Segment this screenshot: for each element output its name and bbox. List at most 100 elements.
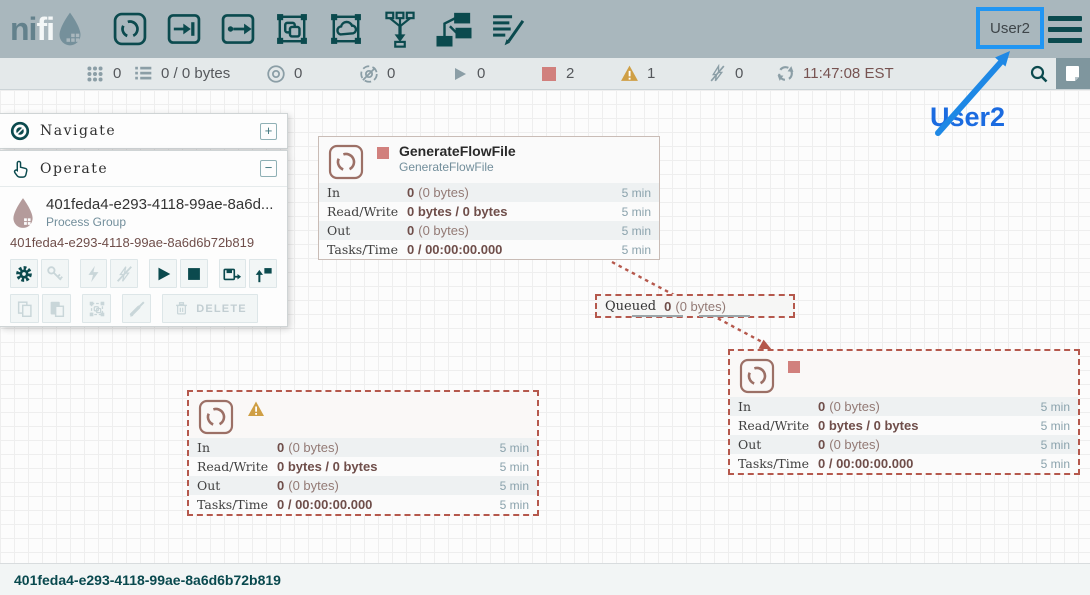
queued-list-icon [133,64,153,84]
queued-text: Queued [605,299,656,314]
component-toolbar [110,9,528,49]
disabled-bolt-icon [708,64,727,83]
threads-grid-icon [85,64,105,84]
operate-toolbar-row-1 [0,256,287,291]
remote-process-group-icon[interactable] [326,9,366,49]
global-menu-icon[interactable] [1048,16,1082,43]
stat-value: 0 [407,223,414,238]
processor-type: GenerateFlowFile [399,160,516,174]
stop-button[interactable] [180,259,208,288]
stat-label: Out [738,437,818,452]
bulletin-board-button[interactable] [1056,58,1090,89]
stopped-status: 2 [540,58,574,89]
stat-window: 5 min [1041,457,1070,471]
stat-row-in: In 0 (0 bytes) 5 min [319,183,659,202]
processor-header [189,392,537,438]
start-button[interactable] [149,259,177,288]
access-policies-button[interactable] [41,259,69,288]
stat-window: 5 min [500,479,529,493]
template-icon[interactable] [434,9,474,49]
processor-invalid[interactable]: In 0 (0 bytes) 5 min Read/Write 0 bytes … [187,390,539,516]
stat-value: 0 / 00:00:00.000 [818,456,913,471]
stat-row-readwrite: Read/Write 0 bytes / 0 bytes 5 min [730,416,1078,435]
annotation-user2-text: User2 [930,102,1005,133]
stat-row-tasks: Tasks/Time 0 / 00:00:00.000 5 min [730,454,1078,473]
navigate-header: Navigate + [0,114,287,148]
stopped-state-icon [788,361,800,373]
brush-icon [127,299,147,319]
status-bar: 0 0 / 0 bytes 0 0 0 [0,58,1090,90]
stopped-square-icon [540,65,558,83]
paste-button[interactable] [42,294,71,323]
stat-label: Tasks/Time [197,497,277,512]
active-threads-status: 0 [85,58,121,89]
output-port-icon[interactable] [218,9,258,49]
disable-button[interactable] [110,259,138,288]
footer-breadcrumb-bar: 401feda4-e293-4118-99ae-8a6d6b72b819 [0,563,1090,595]
search-button[interactable] [1022,58,1056,89]
breadcrumb[interactable]: 401feda4-e293-4118-99ae-8a6d6b72b819 [14,572,281,588]
stat-row-readwrite: Read/Write 0 bytes / 0 bytes 5 min [189,457,537,476]
transmitting-status: 0 [266,58,302,89]
save-template-button[interactable] [219,259,247,288]
nifi-app: nifi [0,0,1090,595]
stat-window: 5 min [500,441,529,455]
key-icon [45,264,65,284]
upload-template-button[interactable] [249,259,277,288]
stop-square-icon [184,264,204,284]
group-button[interactable] [82,294,111,323]
nifi-logo: nifi [10,8,84,50]
upload-template-icon [253,264,273,284]
processor-generateflowfile[interactable]: GenerateFlowFile GenerateFlowFile In 0 (… [318,136,660,260]
funnel-icon[interactable] [380,9,420,49]
stat-value-detail: (0 bytes) [418,223,469,238]
copy-button[interactable] [10,294,39,323]
refresh-icon[interactable] [776,64,795,83]
stat-value: 0 bytes / 0 bytes [818,418,918,433]
copy-icon [15,299,35,319]
stat-row-out: Out 0 (0 bytes) 5 min [319,221,659,240]
fill-color-button[interactable] [122,294,151,323]
note-icon [1064,64,1082,84]
selection-name: 401feda4-e293-4118-99ae-8a6d... [46,196,273,213]
stat-row-tasks: Tasks/Time 0 / 00:00:00.000 5 min [189,495,537,514]
configuration-button[interactable] [10,259,38,288]
not-transmitting-count: 0 [387,65,395,82]
operate-panel: Operate − 401feda4-e293-4118-99ae-8a6d..… [0,150,288,327]
stat-value-detail: (0 bytes) [418,185,469,200]
stat-value: 0 [277,478,284,493]
processor-unnamed[interactable]: In 0 (0 bytes) 5 min Read/Write 0 bytes … [728,349,1080,475]
connection-queued-label[interactable]: Queued 0 (0 bytes) [595,294,795,318]
operate-collapse-button[interactable]: − [260,160,277,177]
logo-text-fi: fi [36,11,54,48]
transmitting-count: 0 [294,65,302,82]
stat-window: 5 min [622,186,651,200]
paste-icon [47,299,67,319]
stat-value-detail: (0 bytes) [829,399,880,414]
last-refresh-time: 11:47:08 EST [803,65,894,82]
stat-row-tasks: Tasks/Time 0 / 00:00:00.000 5 min [319,240,659,259]
stat-value: 0 [277,440,284,455]
processor-icon[interactable] [110,9,150,49]
gear-icon [14,264,34,284]
flow-canvas[interactable]: Navigate + Operate − 401feda4-e293-4118-… [0,90,1090,563]
current-user-button[interactable]: User2 [976,7,1044,49]
stat-label: Tasks/Time [738,456,818,471]
operate-header: Operate − [0,151,287,187]
navigate-expand-button[interactable]: + [260,123,277,140]
process-group-icon[interactable] [272,9,312,49]
stat-window: 5 min [622,243,651,257]
label-icon[interactable] [488,9,528,49]
enable-button[interactable] [80,259,108,288]
group-selection-icon [87,299,107,319]
stat-value: 0 bytes / 0 bytes [407,204,507,219]
stat-window: 5 min [500,460,529,474]
delete-button[interactable]: DELETE [162,294,258,323]
operate-title: Operate [40,161,260,177]
input-port-icon[interactable] [164,9,204,49]
lightning-icon [83,264,103,284]
compass-icon [10,121,30,141]
disabled-count: 0 [735,65,743,82]
processor-header: GenerateFlowFile GenerateFlowFile [319,137,659,183]
invalid-warning-icon [620,64,639,83]
